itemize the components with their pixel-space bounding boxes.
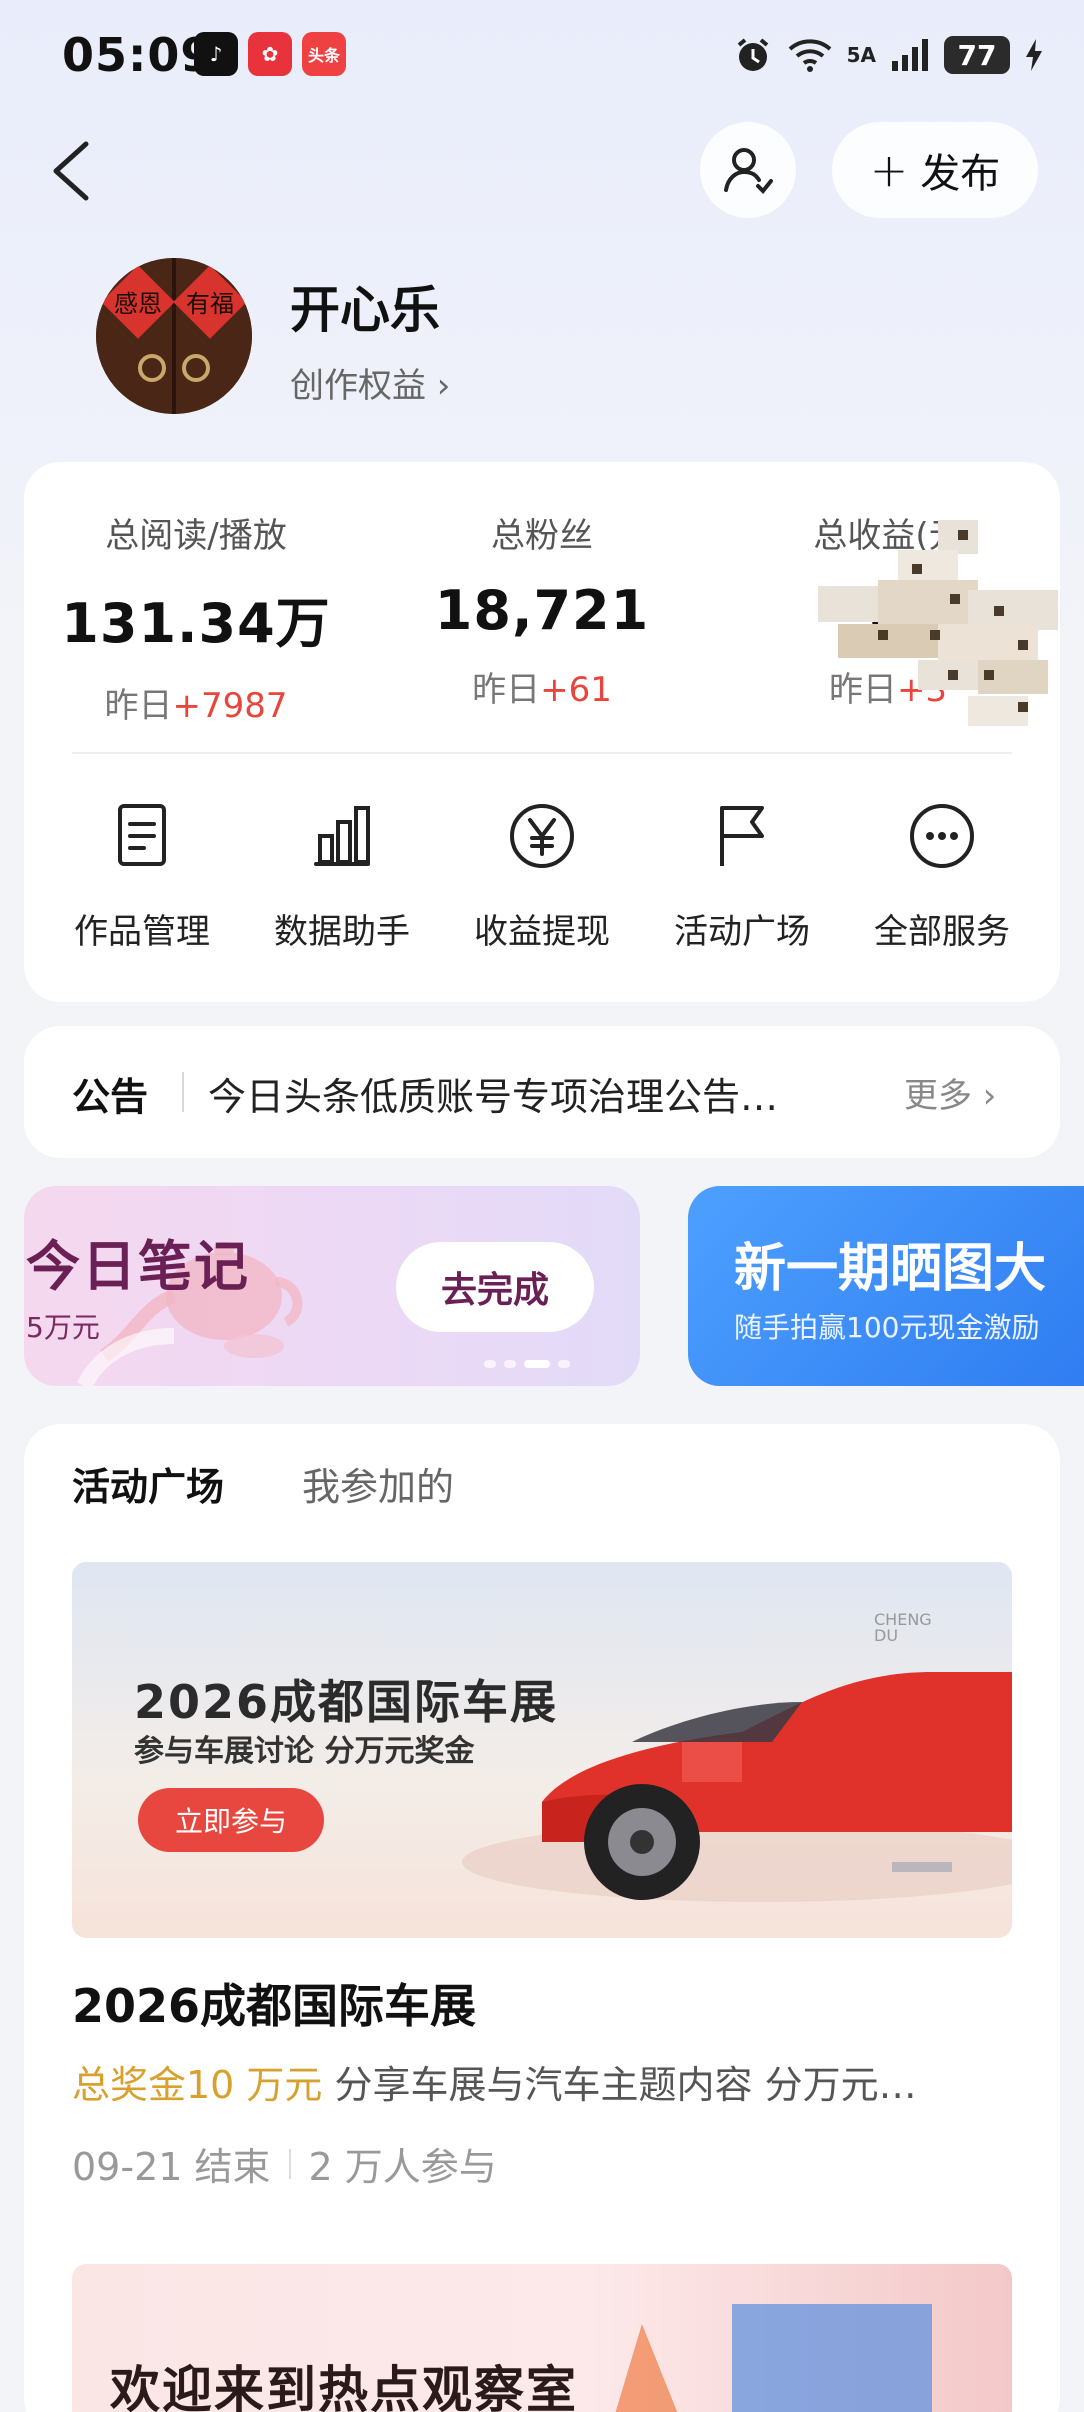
divider — [182, 1072, 184, 1112]
tab-joined[interactable]: 我参加的 — [302, 1456, 454, 1511]
tab-activity-square[interactable]: 活动广场 — [72, 1456, 224, 1511]
wifi-icon — [788, 39, 831, 72]
service-label: 数据助手 — [274, 912, 410, 952]
join-now-button[interactable]: 立即参与 — [138, 1788, 324, 1852]
banner-title: 今日笔记 — [26, 1235, 250, 1298]
chengdu-logo: CHENG DU — [874, 1610, 932, 1645]
service-all[interactable]: 全部服务 — [842, 800, 1042, 953]
banner-complete-button[interactable]: 去完成 — [396, 1242, 594, 1332]
flag-icon — [720, 806, 764, 866]
stat-delta: 昨日+61 — [472, 670, 612, 710]
stat-value: 131.34万 — [61, 592, 331, 655]
banner-subtitle: 随手拍赢100元现金激励 — [734, 1311, 1040, 1344]
stat-delta: 昨日+7987 — [104, 686, 288, 726]
next-card-title: 欢迎来到热点观察室 — [110, 2361, 578, 2412]
service-works-management[interactable]: 作品管理 — [42, 800, 242, 953]
account-switch-button[interactable] — [700, 122, 796, 218]
toutiao-icon: 头条 — [302, 32, 346, 76]
banner-subtitle: 5万元 — [26, 1311, 100, 1344]
divider — [288, 2148, 291, 2179]
status-time: 05:09 — [62, 28, 214, 82]
status-icons: 5A 77 — [733, 30, 1044, 80]
stat-total-fans[interactable]: 总粉丝 18,721 昨日+61 — [392, 508, 692, 711]
stat-label: 总阅读/播放 — [105, 516, 287, 556]
notice-text[interactable]: 今日头条低质账号专项治理公告… — [208, 1066, 848, 1121]
creator-rights-link[interactable]: 创作权益 › — [290, 358, 450, 407]
service-label: 活动广场 — [674, 912, 810, 952]
avatar[interactable]: 感恩 有福 — [96, 258, 252, 414]
notice-more-link[interactable]: 更多 › — [904, 1068, 996, 1117]
stat-total-reads[interactable]: 总阅读/播放 131.34万 昨日+7987 — [46, 508, 346, 727]
signal-icon — [892, 39, 928, 71]
svg-text:感恩: 感恩 — [114, 290, 162, 318]
publish-button[interactable]: + 发布 — [832, 122, 1038, 218]
tiktok-icon: ♪ — [194, 32, 238, 76]
activity-prize: 总奖金10 万元 — [72, 2063, 323, 2107]
privacy-mosaic — [818, 520, 1058, 726]
activity-description: 总奖金10 万元 分享车展与汽车主题内容 分万元… — [72, 2063, 917, 2107]
app-icon-red: ✿ — [248, 32, 292, 76]
avatar-image: 感恩 有福 — [96, 258, 252, 414]
service-label: 全部服务 — [874, 912, 1010, 952]
promo-subtitle: 参与车展讨论 分万元奖金 — [134, 1734, 475, 1769]
charging-icon — [1026, 39, 1042, 71]
bar-chart-icon — [314, 806, 370, 866]
svg-text:有福: 有福 — [186, 290, 234, 318]
network-type: 5A — [846, 43, 876, 67]
yuan-icon — [510, 804, 574, 868]
activity-participants: 2 万人参与 — [308, 2145, 497, 2189]
alarm-icon — [737, 38, 768, 71]
document-icon — [118, 804, 166, 866]
more-icon — [910, 804, 974, 868]
stat-label: 总粉丝 — [491, 516, 593, 556]
notice-tag: 公告 — [72, 1075, 149, 1119]
activity-end-date: 09-21 结束 — [72, 2145, 271, 2189]
stat-value: 18,721 — [434, 579, 650, 642]
service-income-withdraw[interactable]: 收益提现 — [442, 800, 642, 953]
username: 开心乐 — [290, 281, 440, 339]
publish-label: 发布 — [920, 151, 1001, 197]
activity-title[interactable]: 2026成都国际车展 — [72, 1970, 476, 2036]
service-label: 作品管理 — [74, 912, 210, 952]
user-check-icon — [724, 148, 773, 194]
carousel-indicator — [484, 1360, 570, 1368]
plus-icon: + — [869, 143, 909, 197]
activity-meta: 09-21 结束 2 万人参与 — [72, 2136, 497, 2191]
battery-level: 77 — [944, 36, 1010, 74]
promo-title: 2026成都国际车展 — [134, 1675, 559, 1729]
service-activity-square[interactable]: 活动广场 — [642, 800, 842, 953]
service-data-assistant[interactable]: 数据助手 — [242, 800, 442, 953]
divider — [72, 752, 1012, 754]
banner-title: 新一期晒图大 — [734, 1239, 1047, 1299]
status-bar: 05:09 ♪ ✿ 头条 5A 77 — [0, 0, 1084, 110]
back-icon[interactable] — [46, 136, 106, 206]
service-label: 收益提现 — [474, 912, 610, 952]
